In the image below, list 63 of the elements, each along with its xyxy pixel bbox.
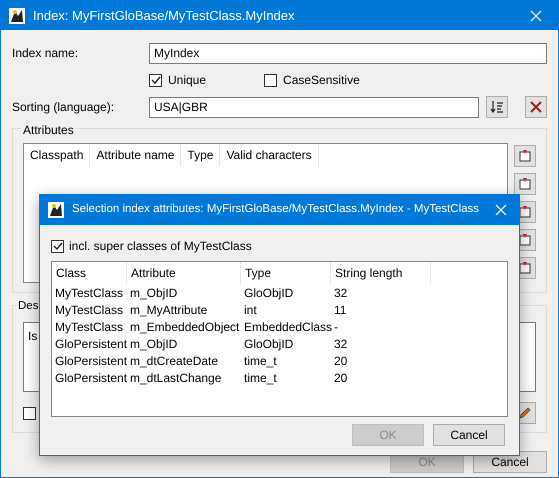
checkbox[interactable] — [264, 74, 278, 86]
table-cell-text: GloPersistent — [54, 352, 127, 369]
attribute-icon — [518, 149, 532, 163]
column-header[interactable]: Valid characters — [220, 144, 319, 166]
attribute-tool-button[interactable] — [514, 145, 536, 167]
table-cell-text: time_t — [243, 352, 278, 369]
table-cell-text: GloObjID — [243, 284, 294, 301]
attribute-icon — [518, 177, 532, 191]
table-cell-text: MyTestClass — [54, 318, 124, 335]
sort-icon — [490, 100, 504, 114]
column-header[interactable]: Attribute name — [90, 144, 182, 166]
column-header[interactable]: String length — [331, 262, 431, 284]
close-icon[interactable] — [530, 10, 542, 22]
table-cell-text: m_dtCreateDate — [129, 352, 220, 369]
checkbox-label: incl. super classes of MyTestClass — [69, 238, 252, 255]
delete-button[interactable] — [525, 96, 547, 118]
attribute-icon — [518, 233, 532, 247]
table-cell-text: 11 — [333, 302, 348, 318]
attribute-tool-button[interactable] — [514, 173, 536, 195]
column-header[interactable]: Attribute — [127, 262, 241, 284]
app-icon — [48, 202, 64, 218]
table-cell-text: - — [333, 318, 339, 335]
dialog-title: Selection index attributes: MyFirstGloBase/MyTestClass.MyIndex - MyTestClass — [72, 202, 480, 218]
attribute-icon — [518, 205, 532, 219]
table-cell-text: MyTestClass — [54, 284, 124, 301]
table-cell-text: 20 — [333, 352, 348, 369]
table-cell-text: 20 — [333, 370, 348, 386]
table-cell-text: m_ObjID — [129, 336, 178, 352]
sort-button[interactable] — [486, 96, 508, 118]
close-icon[interactable] — [495, 204, 507, 216]
table-cell-text: time_t — [243, 370, 278, 386]
table-cell-text: m_MyAttribute — [129, 302, 208, 318]
checkbox[interactable] — [51, 240, 64, 252]
table-cell-text: MyTestClass — [54, 302, 124, 318]
index-name-field[interactable]: MyIndex — [149, 42, 547, 64]
checkbox-label: CaseSensitive — [283, 72, 360, 89]
table-cell-text: 32 — [333, 336, 348, 352]
table-cell-text: m_dtLastChange — [129, 370, 222, 386]
column-header[interactable]: Class — [52, 262, 127, 284]
attribute-icon — [518, 261, 532, 275]
table-cell-text: m_ObjID — [129, 284, 178, 301]
table-cell-text: 32 — [333, 284, 348, 301]
checkbox[interactable] — [23, 406, 36, 420]
field-label: Sorting (language): — [12, 99, 116, 116]
column-header[interactable]: Type — [241, 262, 331, 284]
table-cell-text: GloPersistent — [54, 370, 127, 386]
app-icon — [9, 8, 25, 24]
close-icon — [529, 100, 543, 114]
table-cell-text: int — [243, 302, 258, 318]
sorting-field[interactable]: USA|GBR — [149, 96, 479, 118]
checkbox-label: Unique — [168, 72, 206, 89]
attributes-table[interactable] — [51, 261, 508, 417]
table-cell-text: m_EmbeddedObject — [129, 318, 240, 335]
dialog-button[interactable]: Cancel — [433, 424, 505, 446]
column-header[interactable]: Classpath — [24, 144, 90, 166]
table-cell-text: EmbeddedClass — [243, 318, 331, 335]
table-cell-text: GloObjID — [243, 336, 294, 352]
pencil-icon — [518, 406, 532, 420]
table-cell-text: GloPersistent — [54, 336, 127, 352]
field-label: Index name: — [12, 45, 80, 62]
checkbox[interactable] — [149, 74, 162, 86]
column-header[interactable]: Type — [181, 144, 220, 166]
window-title: Index: MyFirstGloBase/MyTestClass.MyIndex — [33, 6, 295, 25]
